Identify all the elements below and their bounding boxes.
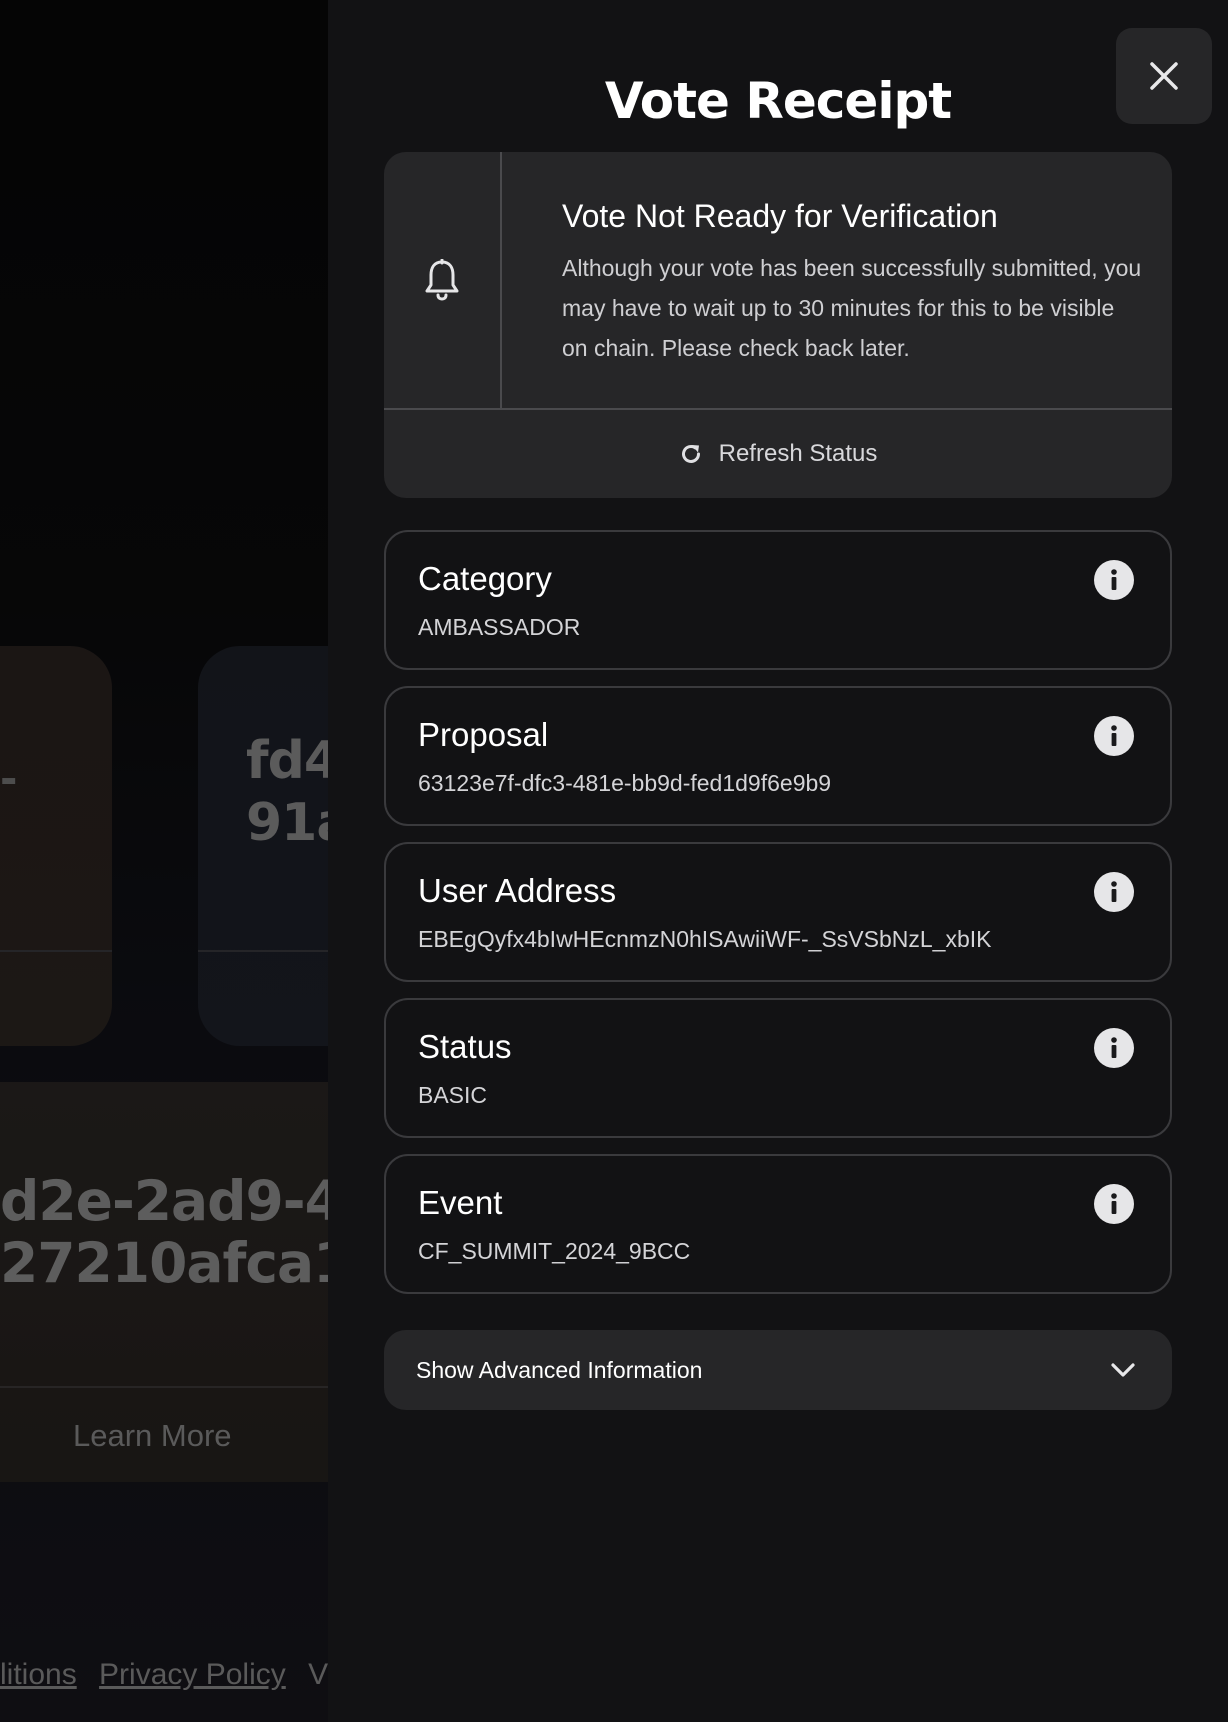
info-button[interactable] xyxy=(1094,1028,1134,1068)
page-title: Vote Receipt xyxy=(604,72,952,130)
advanced-toggle-label: Show Advanced Information xyxy=(416,1356,703,1383)
refresh-status-button[interactable]: Refresh Status xyxy=(384,410,1172,498)
field-label: Event xyxy=(418,1184,503,1221)
refresh-icon xyxy=(681,445,700,463)
verification-alert: Vote Not Ready for Verification Although… xyxy=(384,152,1172,498)
info-icon xyxy=(1111,725,1117,746)
field-event: Event CF_SUMMIT_2024_9BCC xyxy=(384,1154,1172,1294)
field-status: Status BASIC xyxy=(384,998,1172,1138)
field-label: Category xyxy=(418,560,552,597)
info-button[interactable] xyxy=(1094,560,1134,600)
show-advanced-information-toggle[interactable]: Show Advanced Information xyxy=(384,1330,1172,1410)
field-value: AMBASSADOR xyxy=(418,614,581,640)
field-label: Status xyxy=(418,1028,512,1065)
refresh-status-label: Refresh Status xyxy=(718,440,878,467)
info-button[interactable] xyxy=(1094,872,1134,912)
field-label: User Address xyxy=(418,872,617,909)
alert-icon-container xyxy=(384,152,502,408)
field-value: 63123e7f-dfc3-481e-bb9d-fed1d9f6e9b9 xyxy=(418,770,832,796)
field-proposal: Proposal 63123e7f-dfc3-481e-bb9d-fed1d9f… xyxy=(384,686,1172,826)
field-user-address: User Address EBEgQyfx4bIwHEcnmzN0hISAwii… xyxy=(384,842,1172,982)
info-button[interactable] xyxy=(1094,1184,1134,1224)
info-icon xyxy=(1111,881,1117,902)
alert-title: Vote Not Ready for Verification xyxy=(562,198,998,234)
info-button[interactable] xyxy=(1094,716,1134,756)
field-label: Proposal xyxy=(418,716,549,753)
bell-icon xyxy=(425,259,459,301)
info-icon xyxy=(1111,569,1117,590)
field-value: EBEgQyfx4bIwHEcnmzN0hISAwiiWF-_SsVSbNzL_… xyxy=(418,926,992,952)
background-page: - fd42 91a4 d2e-2ad9-442 27210afca1e3 Le… xyxy=(0,0,330,1722)
alert-content: Vote Not Ready for Verification Although… xyxy=(562,196,1142,368)
field-value: CF_SUMMIT_2024_9BCC xyxy=(418,1238,691,1264)
info-icon xyxy=(1111,1037,1117,1058)
chevron-down-icon xyxy=(1111,1363,1135,1377)
field-category: Category AMBASSADOR xyxy=(384,530,1172,670)
info-icon xyxy=(1111,1193,1117,1214)
field-value: BASIC xyxy=(418,1082,488,1108)
alert-message: Although your vote has been successfully… xyxy=(562,255,1142,361)
modal-backdrop[interactable] xyxy=(0,0,330,1722)
